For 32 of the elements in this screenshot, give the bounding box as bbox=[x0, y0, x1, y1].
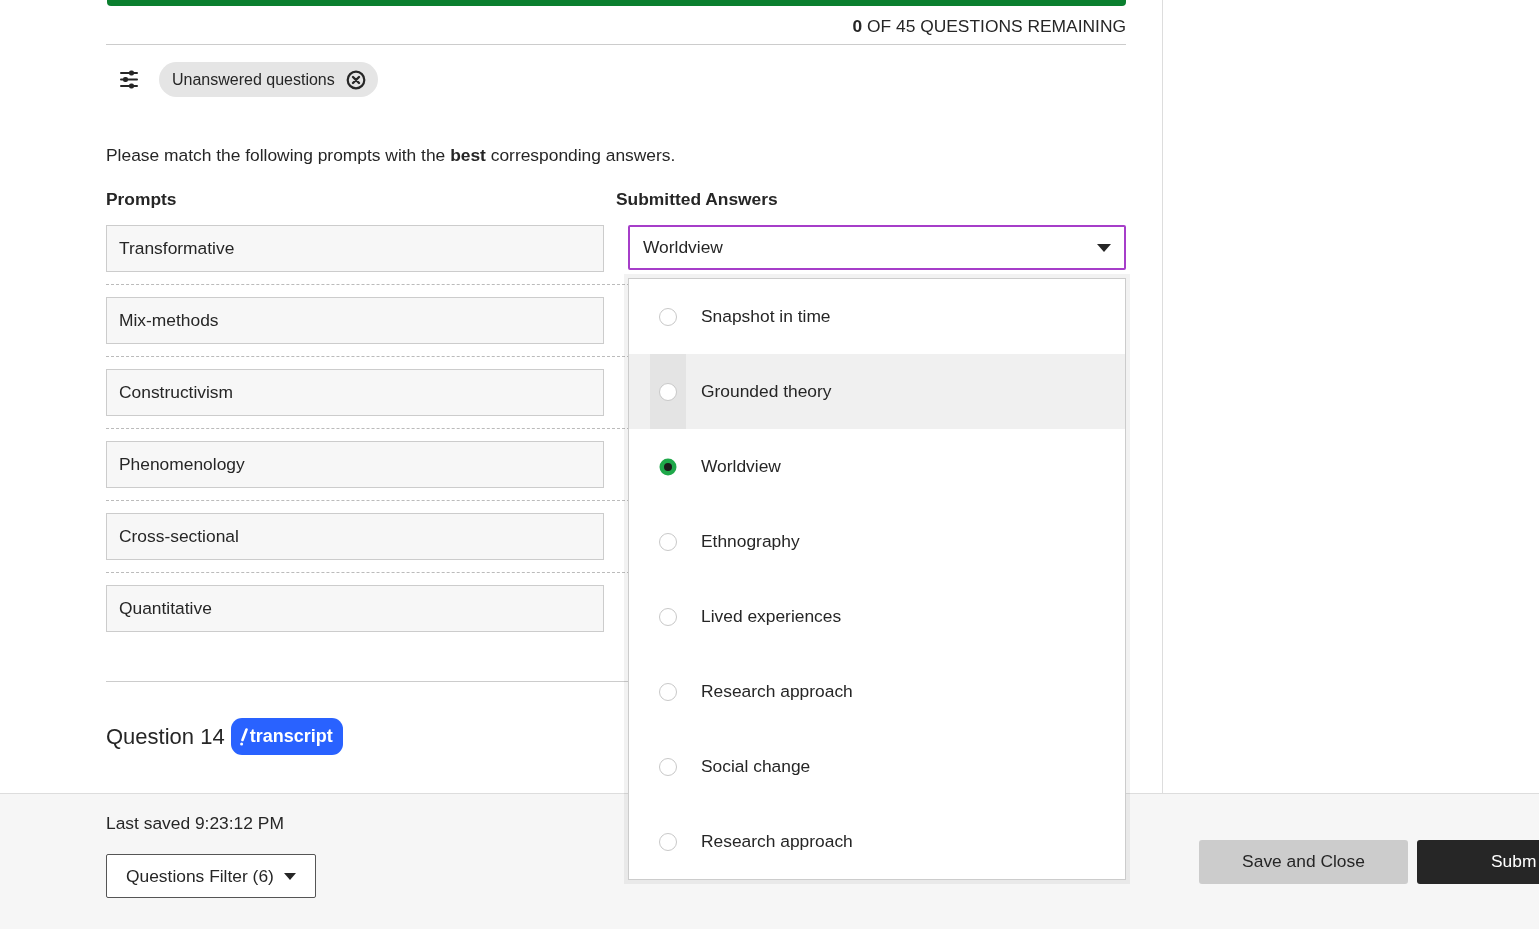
prompt-box: Mix-methods bbox=[106, 297, 604, 344]
prompt-box: Cross-sectional bbox=[106, 513, 604, 560]
chip-label: Unanswered questions bbox=[172, 69, 335, 90]
save-and-close-button[interactable]: Save and Close bbox=[1199, 839, 1408, 884]
radio-button[interactable] bbox=[659, 457, 677, 476]
radio-button[interactable] bbox=[659, 757, 677, 776]
caret-down-icon bbox=[283, 872, 296, 880]
filter-icon[interactable] bbox=[120, 70, 138, 89]
prompt-box: Transformative bbox=[106, 225, 604, 272]
prompt-box: Quantitative bbox=[106, 585, 604, 632]
prompt-box: Constructivism bbox=[106, 369, 604, 416]
last-saved-text: Last saved 9:23:12 PM bbox=[106, 813, 284, 833]
radio-button[interactable] bbox=[659, 532, 677, 551]
radio-button[interactable] bbox=[659, 682, 677, 701]
answer-option[interactable]: Grounded theory bbox=[629, 354, 1125, 429]
submit-button[interactable]: Subm bbox=[1417, 839, 1539, 884]
instruction-text: Please match the following prompts with the best corresponding answers. bbox=[106, 144, 676, 167]
exclamation-mark-icon bbox=[239, 727, 248, 746]
close-icon[interactable] bbox=[345, 69, 366, 90]
column-heading: Submitted Answers bbox=[616, 189, 778, 209]
radio-button[interactable] bbox=[659, 382, 677, 401]
question-title: Question 14 bbox=[106, 723, 225, 751]
radio-button[interactable] bbox=[659, 307, 677, 326]
questions-remaining-text: 0 OF 45 QUESTIONS REMAINING bbox=[852, 16, 1126, 36]
prompt-box: Phenomenology bbox=[106, 441, 604, 488]
questions-filter-button[interactable]: Questions Filter (6) bbox=[106, 854, 316, 898]
radio-button[interactable] bbox=[659, 832, 677, 851]
answer-dropdown[interactable]: Worldview bbox=[628, 225, 1126, 270]
radio-button[interactable] bbox=[659, 607, 677, 626]
caret-down-icon bbox=[1097, 243, 1111, 252]
column-heading: Prompts bbox=[106, 189, 177, 209]
transcript-button[interactable]: transcript bbox=[230, 718, 343, 755]
